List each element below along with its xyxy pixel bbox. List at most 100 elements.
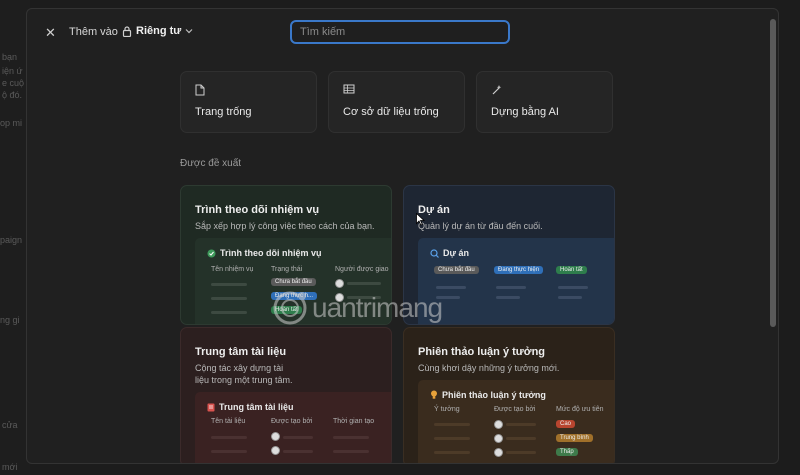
- column-header: Tên tài liệu: [211, 418, 246, 425]
- placeholder-line: [436, 286, 466, 289]
- placeholder-line: [211, 450, 247, 453]
- placeholder-line: [211, 436, 247, 439]
- preview-title-text: Phiên thảo luận ý tưởng: [442, 390, 546, 400]
- background-text: ộ đó.: [2, 90, 23, 100]
- lock-icon: [122, 25, 132, 37]
- new-page-dialog: ✕ Thêm vào Riêng tư Trang trống: [26, 8, 779, 464]
- ai-build-icon: [492, 85, 502, 95]
- placeholder-line: [211, 297, 247, 300]
- close-icon[interactable]: ✕: [45, 26, 57, 39]
- chevron-down-icon: [185, 29, 193, 34]
- priority-badge: Cao: [556, 420, 576, 428]
- placeholder-line: [558, 286, 588, 289]
- avatar: [494, 420, 503, 429]
- document-icon: [207, 403, 215, 411]
- avatar: [494, 434, 503, 443]
- template-card-docs-hub[interactable]: Trung tâm tài liệu Cộng tác xây dựng tài…: [180, 327, 392, 463]
- template-description: Quản lý dự án từ đầu đến cuối.: [418, 221, 543, 231]
- template-description: Cộng tác xây dựng tài liệu trong một tru…: [195, 363, 293, 385]
- database-icon: [343, 84, 355, 94]
- blank-database-button[interactable]: Cơ sở dữ liệu trống: [328, 71, 465, 133]
- background-text: ng gi: [0, 315, 20, 325]
- preview-title-text: Trình theo dõi nhiệm vụ: [220, 248, 322, 258]
- column-header: Thời gian tạo: [333, 418, 375, 425]
- search-box[interactable]: [290, 20, 510, 44]
- column-header: Được tạo bởi: [494, 406, 536, 413]
- background-text: cửa: [2, 420, 18, 430]
- avatar: [494, 448, 503, 457]
- template-preview: Phiên thảo luận ý tưởng Ý tưởng Được tạo…: [418, 380, 614, 463]
- blank-page-label: Trang trống: [195, 106, 252, 118]
- add-to-label: Thêm vào: [69, 26, 118, 38]
- scrollbar[interactable]: [770, 19, 776, 327]
- background-text: op mi: [0, 118, 23, 128]
- placeholder-line: [283, 450, 313, 453]
- background-text: paign: [0, 235, 23, 245]
- check-circle-icon: [207, 249, 216, 257]
- status-badge: Đang thực hiện: [494, 266, 544, 274]
- preview-title-text: Trung tâm tài liệu: [219, 402, 294, 412]
- placeholder-line: [434, 451, 470, 454]
- background-text: e cuộ: [2, 78, 25, 88]
- template-preview: Trung tâm tài liệu Tên tài liệu Được tạo…: [195, 392, 391, 463]
- placeholder-line: [347, 282, 381, 285]
- placeholder-line: [506, 437, 536, 440]
- placeholder-line: [211, 283, 247, 286]
- suggested-heading: Được đề xuất: [180, 158, 242, 169]
- watermark: uantrimang: [272, 290, 443, 326]
- avatar: [335, 279, 344, 288]
- column-header: Tên nhiệm vụ: [211, 266, 254, 273]
- template-title: Trung tâm tài liệu: [195, 346, 287, 358]
- preview-title: Trình theo dõi nhiệm vụ: [207, 248, 322, 258]
- placeholder-line: [506, 423, 536, 426]
- search-input[interactable]: [292, 22, 508, 42]
- avatar: [271, 432, 280, 441]
- watermark-text: uantrimang: [312, 292, 443, 323]
- placeholder-line: [434, 423, 470, 426]
- dialog-header: ✕ Thêm vào Riêng tư: [27, 9, 778, 59]
- status-badge: Chưa bắt đầu: [271, 278, 316, 286]
- watermark-logo-icon: [273, 291, 307, 325]
- background-text: bạn: [2, 52, 18, 62]
- placeholder-line: [496, 286, 526, 289]
- template-title: Trình theo dõi nhiệm vụ: [195, 204, 320, 216]
- placeholder-line: [506, 451, 536, 454]
- status-badge: Chưa bắt đầu: [434, 266, 479, 274]
- column-header: Người được giao: [335, 266, 389, 273]
- preview-title-text: Dự án: [443, 248, 470, 258]
- column-header: Trạng thái: [271, 266, 303, 273]
- placeholder-line: [211, 311, 247, 314]
- status-badge: Hoàn tất: [556, 266, 587, 274]
- preview-title: Phiên thảo luận ý tưởng: [430, 390, 546, 400]
- background-text: iện ứ: [2, 66, 23, 76]
- template-description: Cùng khơi dậy những ý tưởng mới.: [418, 363, 560, 373]
- privacy-label: Riêng tư: [136, 25, 182, 37]
- blank-database-label: Cơ sở dữ liệu trống: [343, 106, 439, 118]
- column-header: Được tạo bởi: [271, 418, 313, 425]
- placeholder-line: [558, 296, 582, 299]
- lightbulb-icon: [431, 390, 437, 399]
- template-title: Phiên thảo luận ý tưởng: [418, 346, 546, 358]
- placeholder-line: [333, 436, 369, 439]
- placeholder-line: [496, 296, 520, 299]
- placeholder-line: [283, 436, 313, 439]
- column-header: Mức độ ưu tiên: [556, 406, 604, 413]
- placeholder-line: [333, 450, 369, 453]
- build-with-ai-button[interactable]: Dựng bằng AI: [476, 71, 613, 133]
- background-text: mới: [2, 462, 18, 472]
- placeholder-line: [434, 437, 470, 440]
- privacy-selector[interactable]: Riêng tư: [122, 25, 193, 37]
- preview-title: Dự án: [430, 248, 469, 258]
- priority-badge: Trung bình: [556, 434, 593, 442]
- column-header: Ý tưởng: [434, 406, 460, 413]
- preview-title: Trung tâm tài liệu: [207, 402, 294, 412]
- mouse-cursor-icon: [416, 213, 425, 226]
- search-target-icon: [430, 248, 439, 258]
- avatar: [271, 446, 280, 455]
- template-description: Sắp xếp hợp lý công việc theo cách của b…: [195, 221, 375, 231]
- blank-page-button[interactable]: Trang trống: [180, 71, 317, 133]
- build-with-ai-label: Dựng bằng AI: [491, 106, 559, 118]
- priority-badge: Thấp: [556, 448, 578, 456]
- template-card-brainstorm[interactable]: Phiên thảo luận ý tưởng Cùng khơi dậy nh…: [403, 327, 615, 463]
- page-icon: [195, 84, 205, 96]
